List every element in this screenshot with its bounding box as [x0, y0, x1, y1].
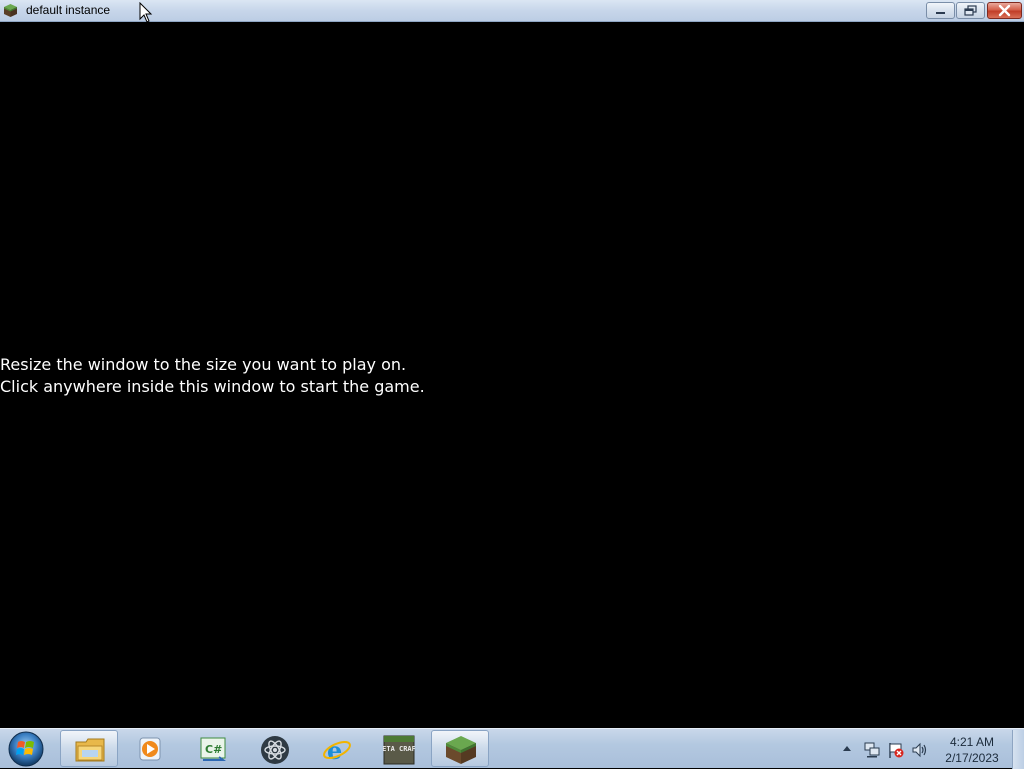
minimize-button[interactable] — [926, 2, 955, 19]
taskbar-media-player[interactable] — [121, 730, 179, 767]
click-instruction: Click anywhere inside this window to sta… — [0, 377, 425, 396]
svg-text:e: e — [327, 736, 342, 765]
windows-start-orb-icon[interactable] — [6, 730, 46, 768]
window-title: default instance — [26, 3, 111, 17]
game-start-message[interactable]: Resize the window to the size you want t… — [0, 354, 425, 398]
taskbar-betacraft[interactable]: BETA CRAFT — [369, 730, 427, 767]
file-explorer-icon — [75, 738, 105, 762]
restore-icon — [964, 5, 977, 16]
atom-icon — [261, 736, 289, 764]
taskbar-internet-explorer[interactable]: e — [307, 730, 365, 767]
mouse-pointer-icon — [139, 2, 153, 23]
taskbar-file-explorer[interactable] — [60, 730, 118, 767]
restore-button[interactable] — [956, 2, 985, 19]
action-center-flag-icon[interactable] — [887, 741, 905, 759]
taskbar-atom[interactable] — [245, 730, 303, 767]
network-icon[interactable] — [863, 741, 881, 759]
betacraft-logo-text: BETA CRAFT — [383, 745, 415, 753]
taskbar-csharp-editor[interactable]: C# — [183, 730, 241, 767]
volume-icon[interactable] — [911, 741, 929, 759]
close-icon — [998, 4, 1011, 17]
minecraft-grass-block-icon — [4, 4, 17, 17]
csharp-editor-icon: C# — [200, 737, 226, 761]
clock-time: 4:21 AM — [949, 735, 995, 749]
taskbar-minecraft[interactable] — [431, 730, 489, 767]
tray-expand-arrow-icon[interactable] — [842, 744, 852, 752]
window-titlebar[interactable]: default instance — [0, 0, 1024, 23]
minimize-icon — [936, 12, 945, 14]
clock-date: 2/17/2023 — [945, 751, 999, 765]
show-desktop-button[interactable] — [1012, 730, 1024, 769]
taskbar: C# e BETA CRAFT — [0, 728, 1024, 769]
system-clock[interactable]: 4:21 AM 2/17/2023 — [936, 734, 1008, 766]
media-player-icon — [139, 737, 161, 761]
game-window[interactable]: default instance Resize the window to th… — [0, 0, 1024, 728]
betacraft-icon: BETA CRAFT — [383, 735, 415, 765]
svg-text:C#: C# — [205, 743, 222, 756]
close-button[interactable] — [987, 2, 1022, 19]
internet-explorer-icon: e — [323, 736, 351, 765]
minecraft-grass-block-icon — [446, 736, 476, 764]
resize-instruction: Resize the window to the size you want t… — [0, 355, 407, 374]
